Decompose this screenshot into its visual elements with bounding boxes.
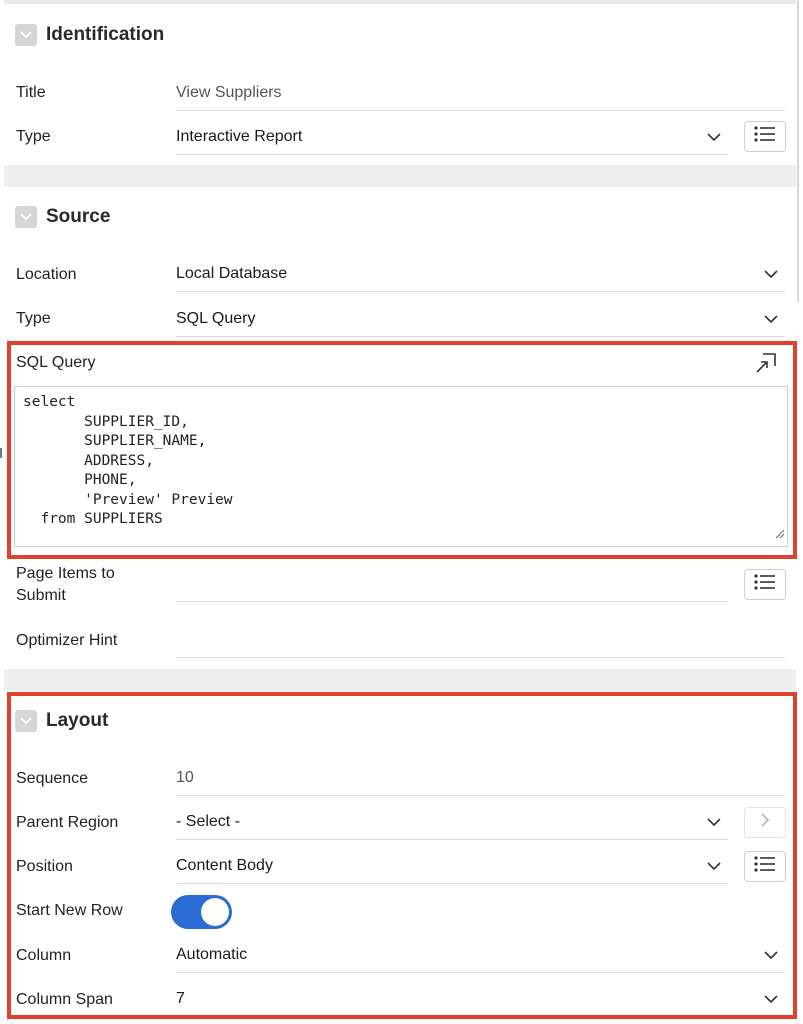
sql-query-highlight xyxy=(7,341,797,559)
layout-highlight xyxy=(7,692,797,1019)
identification-header[interactable]: Identification xyxy=(15,23,164,47)
section-divider xyxy=(4,669,796,691)
optimizer-hint-field[interactable] xyxy=(176,623,785,658)
page-items-label-line1: Page Items to xyxy=(16,565,115,582)
title-value: View Suppliers xyxy=(176,84,282,101)
title-field[interactable]: View Suppliers xyxy=(176,76,785,111)
source-type-label: Type xyxy=(16,310,51,327)
section-divider xyxy=(4,165,796,187)
title-label: Title xyxy=(16,84,46,101)
page-items-list-button[interactable] xyxy=(744,569,786,600)
source-type-value: SQL Query xyxy=(176,310,256,327)
list-icon xyxy=(754,126,776,147)
list-icon xyxy=(754,574,776,595)
location-select[interactable]: Local Database xyxy=(176,257,785,292)
panel-right-border xyxy=(797,0,799,302)
type-label: Type xyxy=(16,128,51,145)
panel-left-tick xyxy=(0,448,2,458)
chevron-down-icon xyxy=(706,129,722,145)
chevron-down-icon[interactable] xyxy=(15,206,37,228)
source-type-select[interactable]: SQL Query xyxy=(176,302,785,337)
optimizer-hint-label: Optimizer Hint xyxy=(16,632,118,649)
region-type-value: Interactive Report xyxy=(176,128,303,145)
chevron-down-icon xyxy=(763,266,779,282)
top-divider xyxy=(4,0,796,4)
source-header[interactable]: Source xyxy=(15,205,110,229)
identification-heading: Identification xyxy=(46,24,165,45)
page-items-field[interactable] xyxy=(176,567,728,602)
region-type-list-button[interactable] xyxy=(744,121,786,152)
chevron-down-icon xyxy=(763,311,779,327)
chevron-down-icon[interactable] xyxy=(15,24,37,46)
region-type-select[interactable]: Interactive Report xyxy=(176,120,728,155)
source-heading: Source xyxy=(46,206,111,227)
property-panel: Identification Title View Suppliers Type… xyxy=(4,0,797,1024)
page-items-label-line2: Submit xyxy=(16,587,66,604)
location-value: Local Database xyxy=(176,265,288,282)
location-label: Location xyxy=(16,266,77,283)
